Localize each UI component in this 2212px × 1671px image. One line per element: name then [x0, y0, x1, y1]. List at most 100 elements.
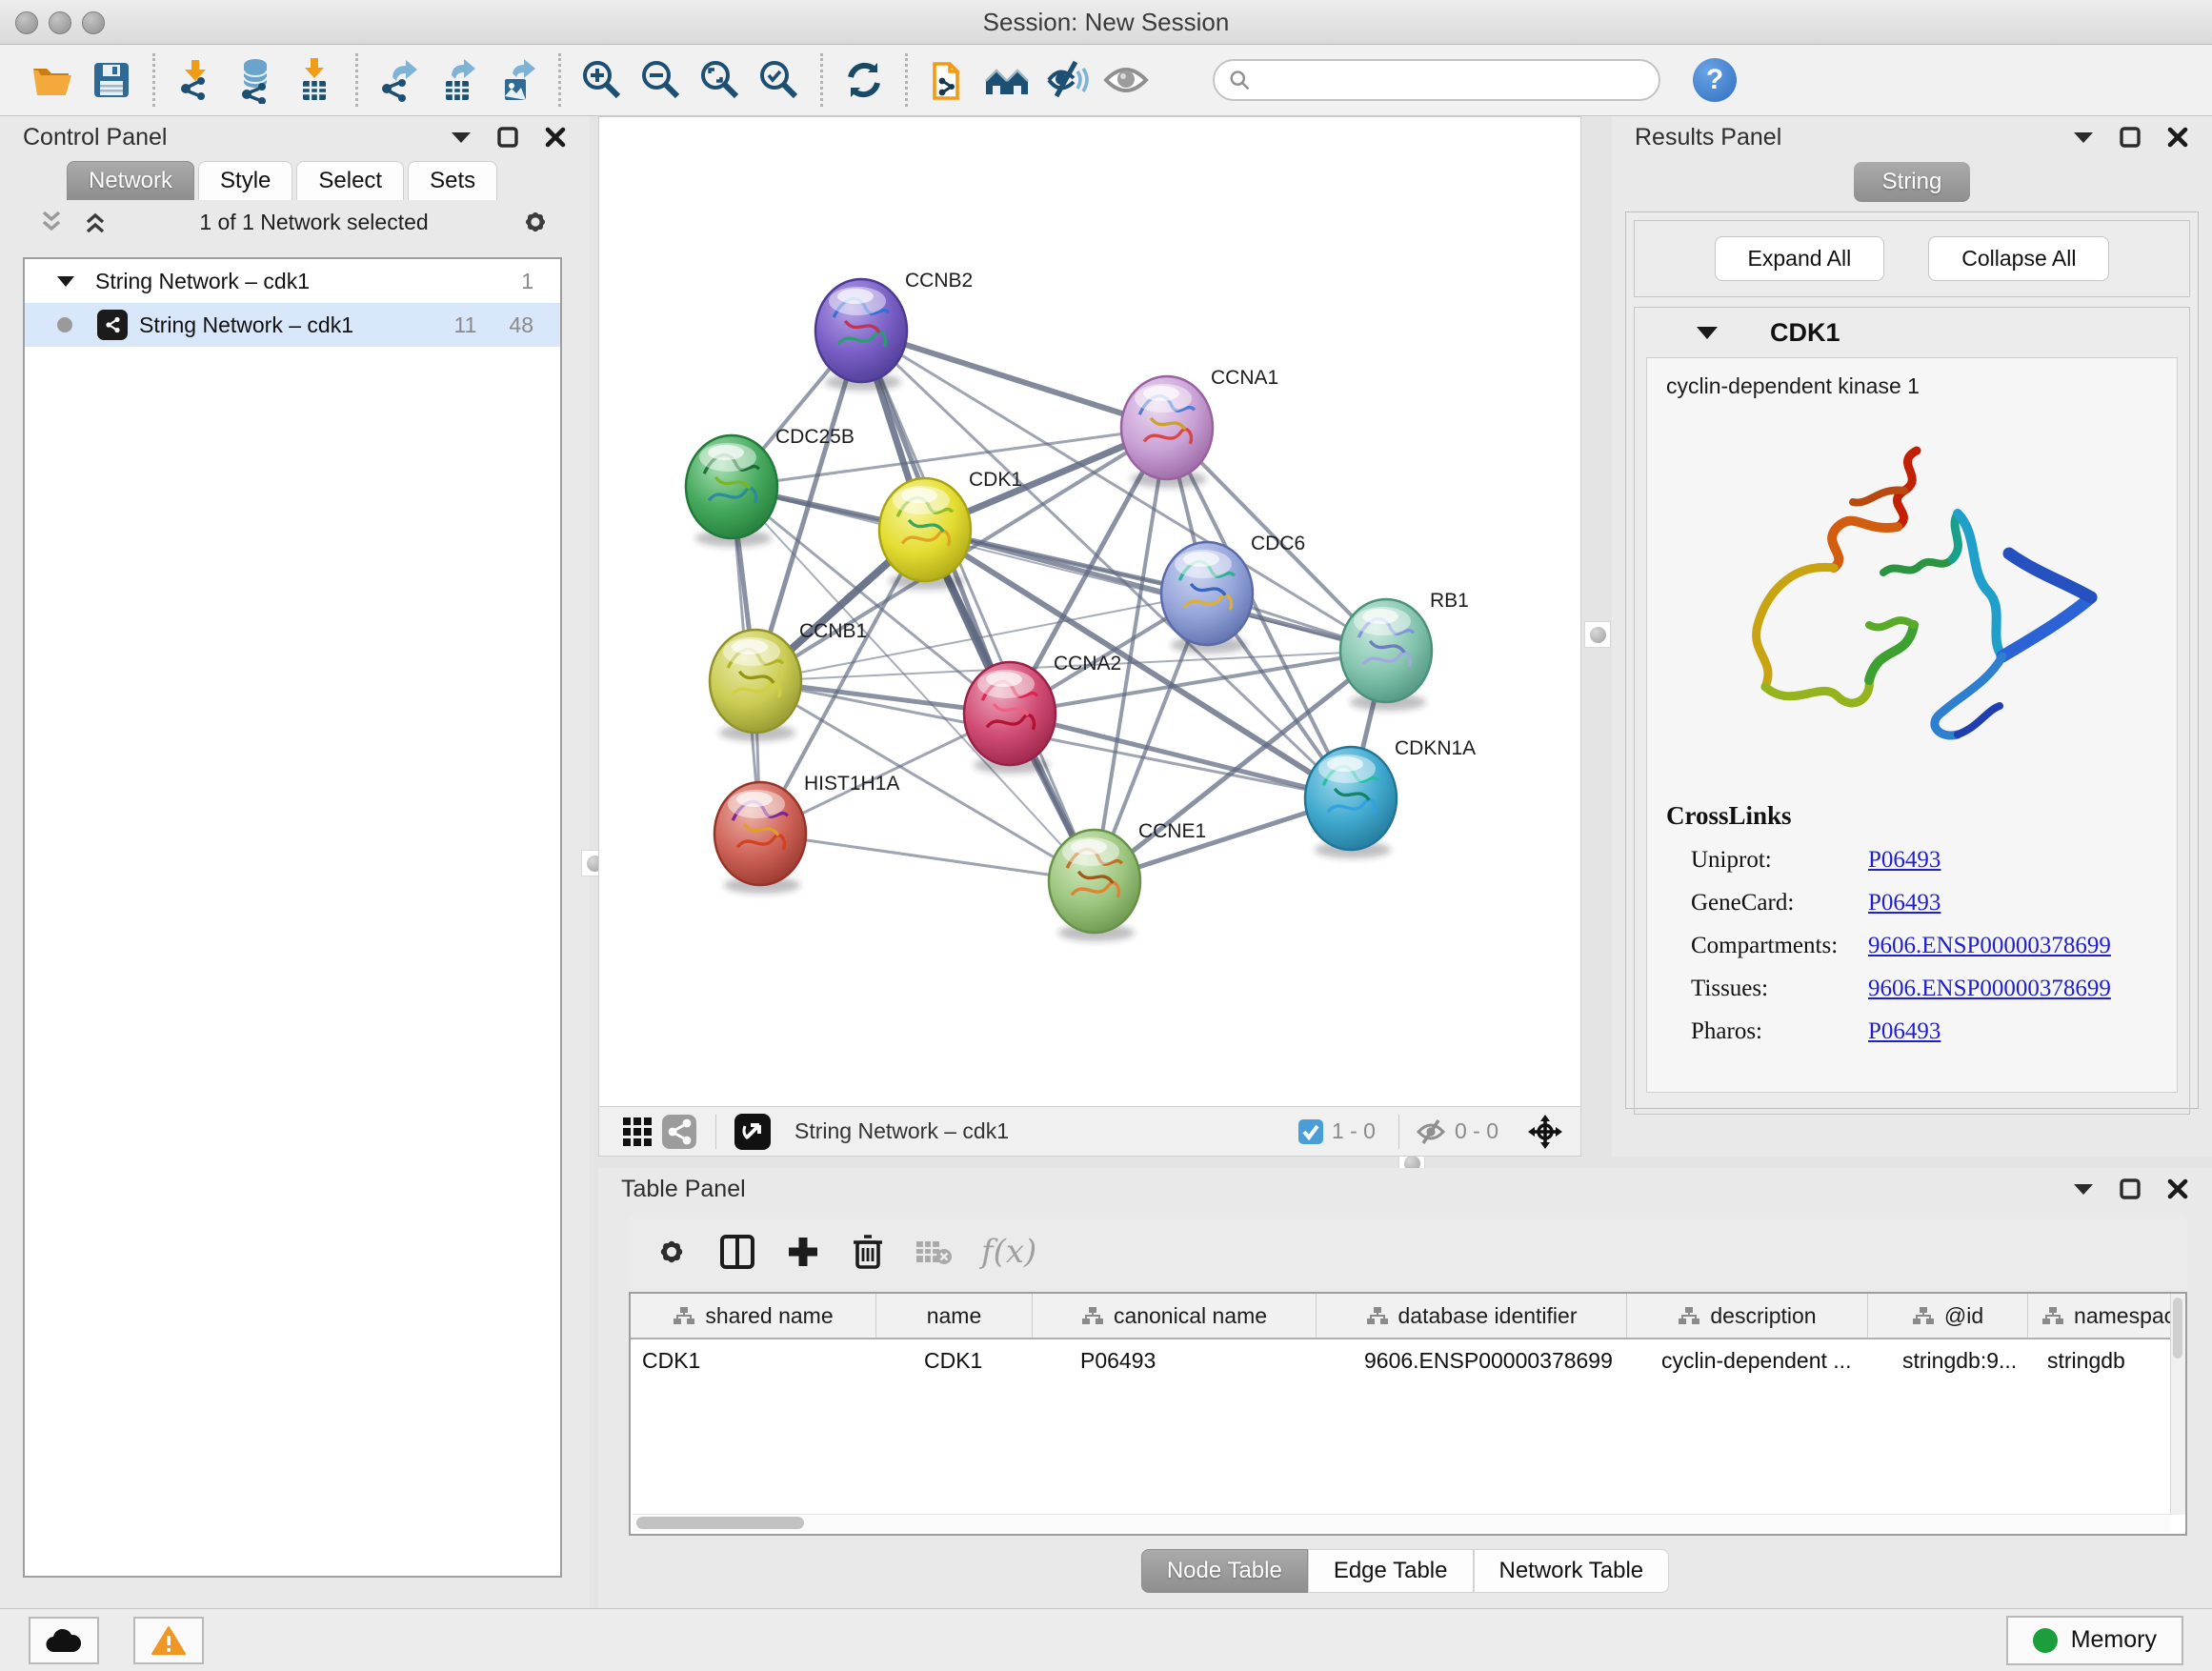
grid-view-button[interactable] — [616, 1111, 658, 1153]
tab-string[interactable]: String — [1854, 162, 1971, 202]
crosslink-row: Compartments: 9606.ENSP00000378699 — [1666, 933, 2158, 959]
crosslink-link[interactable]: P06493 — [1868, 890, 1941, 916]
string-home-button[interactable] — [978, 50, 1037, 110]
panel-float-button[interactable] — [2119, 1178, 2142, 1200]
network-badge-button[interactable] — [658, 1111, 700, 1153]
import-table-file-button[interactable] — [285, 50, 344, 110]
cell-id[interactable]: stringdb:9... — [1868, 1348, 2028, 1374]
crosslink-link[interactable]: P06493 — [1868, 847, 1941, 874]
column-header[interactable]: @id — [1868, 1294, 2028, 1338]
network-node-ccne1[interactable]: CCNE1 — [1049, 820, 1206, 941]
network-edge[interactable] — [861, 331, 1167, 428]
network-collection-row[interactable]: String Network – cdk1 1 — [25, 259, 560, 303]
warning-status-button[interactable] — [133, 1617, 204, 1664]
table-vertical-scrollbar[interactable] — [2170, 1294, 2185, 1515]
cell-shared-name[interactable]: CDK1 — [631, 1348, 876, 1374]
search-field[interactable] — [1251, 67, 1645, 93]
crosslink-link[interactable]: 9606.ENSP00000378699 — [1868, 976, 2111, 1002]
expand-all-networks-button[interactable] — [82, 209, 109, 235]
gear-icon — [654, 1234, 690, 1270]
delete-column-button[interactable] — [850, 1233, 886, 1271]
apply-function-button[interactable]: f(x) — [981, 1233, 1036, 1271]
export-table-button[interactable] — [429, 50, 488, 110]
network-edge[interactable] — [925, 530, 1386, 651]
selected-nodes-checkbox[interactable] — [1297, 1118, 1324, 1145]
right-splitter-handle[interactable] — [1584, 621, 1611, 648]
horizontal-splitter[interactable] — [598, 1157, 2212, 1168]
tab-select[interactable]: Select — [296, 161, 404, 200]
tab-network-table[interactable]: Network Table — [1474, 1549, 1670, 1593]
expand-all-button[interactable]: Expand All — [1715, 236, 1885, 281]
table-options-button[interactable] — [654, 1234, 690, 1270]
save-session-button[interactable] — [82, 50, 141, 110]
zoom-in-button[interactable] — [573, 50, 632, 110]
open-in-window-button[interactable] — [732, 1111, 774, 1153]
help-button[interactable]: ? — [1693, 58, 1737, 102]
cloud-status-button[interactable] — [29, 1617, 99, 1664]
network-node-ccnb2[interactable]: CCNB2 — [815, 270, 973, 391]
crosslink-link[interactable]: 9606.ENSP00000378699 — [1868, 933, 2111, 959]
export-network-button[interactable] — [370, 50, 429, 110]
panel-menu-button[interactable] — [2073, 1182, 2094, 1196]
network-canvas[interactable]: CCNB2CCNA1CDC25BCDK1CDC6RB1CCNB1CCNA2CDK… — [599, 117, 1580, 1093]
tab-node-table[interactable]: Node Table — [1141, 1549, 1308, 1593]
import-network-database-button[interactable] — [226, 50, 285, 110]
panel-close-button[interactable] — [544, 126, 567, 149]
open-session-button[interactable] — [23, 50, 82, 110]
tab-edge-table[interactable]: Edge Table — [1308, 1549, 1474, 1593]
network-options-button[interactable] — [519, 206, 552, 238]
cell-description[interactable]: cyclin-dependent ... — [1627, 1348, 1868, 1374]
add-column-button[interactable] — [785, 1234, 821, 1270]
panel-close-button[interactable] — [2166, 1178, 2189, 1200]
delete-table-button[interactable] — [915, 1238, 953, 1266]
share-document-button[interactable] — [919, 50, 978, 110]
search-input[interactable] — [1213, 59, 1660, 101]
collapse-all-networks-button[interactable] — [38, 209, 65, 235]
collapse-all-button[interactable]: Collapse All — [1928, 236, 2109, 281]
table-row[interactable]: CDK1 CDK1 P06493 9606.ENSP00000378699 cy… — [631, 1339, 2185, 1381]
right-splitter[interactable] — [1581, 116, 1612, 1157]
panel-float-button[interactable] — [2119, 126, 2142, 149]
tab-sets[interactable]: Sets — [408, 161, 497, 200]
zoom-out-button[interactable] — [632, 50, 691, 110]
panel-close-button[interactable] — [2166, 126, 2189, 149]
panel-menu-button[interactable] — [451, 131, 472, 144]
network-node-cdc6[interactable]: CDC6 — [1161, 533, 1305, 654]
hide-unhide-button[interactable] — [1037, 50, 1096, 110]
cell-namespace[interactable]: stringdb — [2028, 1348, 2187, 1374]
column-header[interactable]: canonical name — [1033, 1294, 1317, 1338]
tab-style[interactable]: Style — [198, 161, 292, 200]
memory-button[interactable]: Memory — [2006, 1616, 2183, 1665]
network-edge[interactable] — [861, 331, 1095, 881]
left-splitter[interactable] — [590, 116, 598, 1608]
cell-name[interactable]: CDK1 — [876, 1348, 1033, 1374]
network-node-rb1[interactable]: RB1 — [1340, 590, 1469, 711]
toggle-view-button[interactable] — [1096, 50, 1156, 110]
pan-mode-button[interactable] — [1527, 1114, 1563, 1150]
network-node-ccna1[interactable]: CCNA1 — [1121, 367, 1278, 488]
table-horizontal-scrollbar[interactable] — [633, 1514, 2170, 1532]
tab-network[interactable]: Network — [67, 161, 194, 200]
refresh-view-button[interactable] — [835, 50, 894, 110]
column-header[interactable]: description — [1627, 1294, 1868, 1338]
network-node-cdkn1a[interactable]: CDKN1A — [1305, 737, 1476, 858]
network-node-hist1h1a[interactable]: HIST1H1A — [714, 773, 899, 894]
column-header[interactable]: database identifier — [1317, 1294, 1627, 1338]
zoom-fit-button[interactable] — [691, 50, 750, 110]
zoom-selected-button[interactable] — [750, 50, 809, 110]
show-columns-button[interactable] — [718, 1233, 756, 1271]
cell-database-identifier[interactable]: 9606.ENSP00000378699 — [1317, 1348, 1627, 1374]
import-network-file-button[interactable] — [167, 50, 226, 110]
network-row-selected[interactable]: String Network – cdk1 11 48 — [25, 303, 560, 347]
section-collapse-button[interactable] — [1696, 325, 1719, 340]
crosslink-link[interactable]: P06493 — [1868, 1018, 1941, 1045]
column-header[interactable]: shared name — [631, 1294, 876, 1338]
panel-menu-button[interactable] — [2073, 131, 2094, 144]
hidden-elements-indicator[interactable] — [1415, 1117, 1447, 1146]
panel-float-button[interactable] — [496, 126, 519, 149]
cell-canonical-name[interactable]: P06493 — [1033, 1348, 1317, 1374]
column-header[interactable]: name — [876, 1294, 1033, 1338]
export-image-button[interactable] — [488, 50, 547, 110]
network-edge[interactable] — [760, 834, 1095, 881]
column-header[interactable]: namespace — [2028, 1294, 2187, 1338]
